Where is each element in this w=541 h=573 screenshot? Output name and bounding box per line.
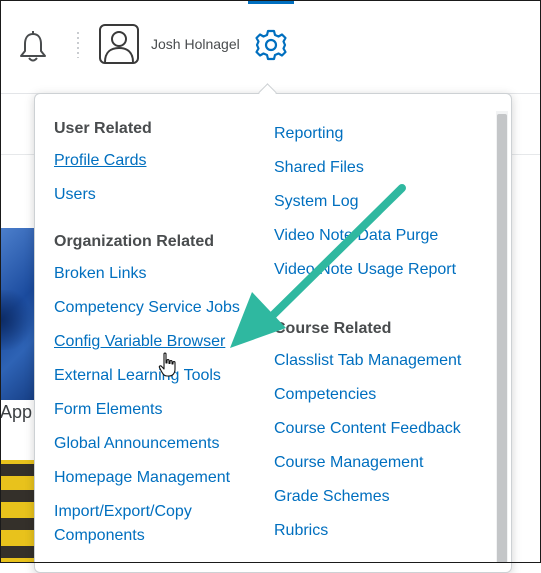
callout-arrow (230, 184, 406, 348)
menu-item-global-announcements[interactable]: Global Announcements (54, 427, 244, 461)
menu-item-reporting[interactable]: Reporting (274, 117, 461, 151)
menu-item-users[interactable]: Users (54, 178, 244, 212)
menu-item-course-management[interactable]: Course Management (274, 446, 461, 480)
active-tab-indicator (248, 0, 294, 4)
background-partial-text: App (0, 402, 33, 422)
menu-item-homepage-management[interactable]: Homepage Management (54, 461, 244, 495)
menu-item-external-learning-tools[interactable]: External Learning Tools (54, 359, 244, 393)
top-navbar: Josh Holnagel (0, 0, 541, 94)
menu-item-profile-cards[interactable]: Profile Cards (54, 144, 244, 178)
avatar-icon (104, 31, 134, 62)
menu-item-form-elements[interactable]: Form Elements (54, 393, 244, 427)
hand-pointer-cursor-icon (158, 352, 176, 377)
menu-item-course-content-feedback[interactable]: Course Content Feedback (274, 412, 461, 446)
bell-icon[interactable] (18, 30, 48, 64)
menu-item-rubrics[interactable]: Rubrics (274, 514, 461, 548)
section-heading-organization-related: Organization Related (54, 233, 215, 250)
gear-icon[interactable] (254, 28, 288, 62)
dropdown-scrollbar-thumb[interactable] (497, 114, 507, 563)
menu-item-competency-service-jobs[interactable]: Competency Service Jobs (54, 291, 244, 325)
section-heading-user-related: User Related (54, 120, 152, 137)
menu-item-broken-links[interactable]: Broken Links (54, 257, 244, 291)
menu-item-config-variable-browser[interactable]: Config Variable Browser (54, 325, 244, 359)
menu-item-import-export-copy-components[interactable]: Import/Export/Copy Components (54, 500, 244, 548)
menu-item-grade-schemes[interactable]: Grade Schemes (274, 480, 461, 514)
header-divider (77, 32, 79, 58)
user-name[interactable]: Josh Holnagel (151, 36, 240, 52)
avatar[interactable] (99, 24, 139, 64)
background-hero-shadow (0, 290, 36, 350)
background-yellow-image (0, 460, 36, 563)
menu-left-column: User Related Profile Cards Users Organiz… (54, 120, 244, 548)
menu-item-competencies[interactable]: Competencies (274, 378, 461, 412)
